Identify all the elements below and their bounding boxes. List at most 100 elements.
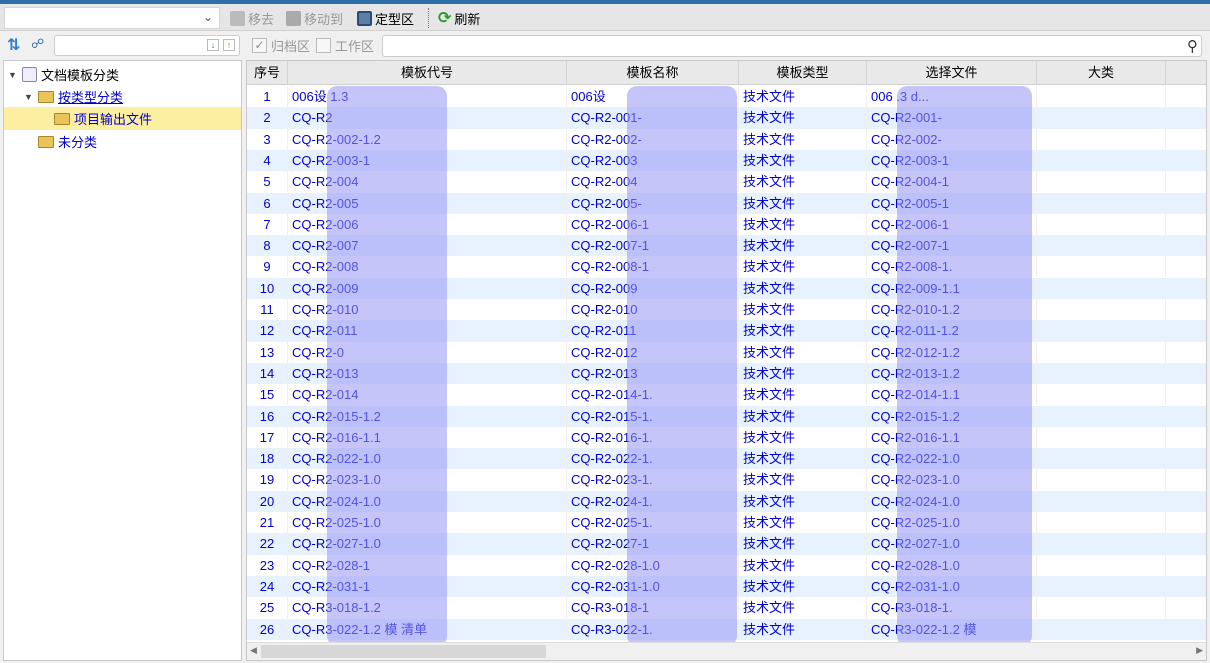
table-row[interactable]: 7 CQ-R2-006 CQ-R2-006-1 技术文件 CQ-R2-006-1 xyxy=(247,213,1206,235)
col-template-code-cell: CQ-R2-011 xyxy=(288,320,567,342)
refresh-button[interactable]: ⟳ 刷新 xyxy=(438,8,480,28)
table-row[interactable]: 3 CQ-R2-002-1.2 CQ-R2-002- 技术文件 CQ-R2-002- xyxy=(247,128,1206,150)
col-index-cell: 6 xyxy=(247,192,288,214)
search-input[interactable]: ⚲ xyxy=(382,35,1202,57)
col-selected-file-cell: CQ-R2-027-1.0 xyxy=(867,533,1037,555)
tree-node-root[interactable]: ▼ 文档模板分类 xyxy=(4,63,241,86)
table-row[interactable]: 18 CQ-R2-022-1.0 CQ-R2-022-1. 技术文件 CQ-R2-022… xyxy=(247,448,1206,470)
header-col-extra[interactable] xyxy=(1166,61,1206,85)
col-template-name-cell: CQ-R2-009 xyxy=(567,277,739,299)
table-row[interactable]: 15 CQ-R2-014 CQ-R2-014-1. 技术文件 CQ-R2-014-1.1 xyxy=(247,384,1206,406)
table-row[interactable]: 1 006设 1.3 006设 技术文件 006 .3 d... xyxy=(247,86,1206,107)
table-row[interactable]: 25 CQ-R3-018-1.2 CQ-R3-018-1 技术文件 CQ-R3-018-… xyxy=(247,597,1206,619)
col-index-cell: 11 xyxy=(247,299,288,320)
folder-icon xyxy=(38,135,54,148)
col-index-cell: 18 xyxy=(247,448,288,470)
table-row[interactable]: 17 CQ-R2-016-1.1 CQ-R2-016-1. 技术文件 CQ-R2-016… xyxy=(247,426,1206,448)
table-row[interactable]: 12 CQ-R2-011 CQ-R2-011 技术文件 CQ-R2-011-1.2 xyxy=(247,320,1206,342)
col-template-type-cell: 技术文件 xyxy=(739,107,867,129)
col-category-cell xyxy=(1037,213,1166,235)
table-row[interactable]: 13 CQ-R2-0 CQ-R2-012 技术文件 CQ-R2-012-1.2 xyxy=(247,341,1206,363)
col-template-code-cell: CQ-R2-015-1.2 xyxy=(288,405,567,427)
work-area-checkbox[interactable]: 工作区 xyxy=(316,37,374,54)
horizontal-scrollbar[interactable]: ◀ ▶ xyxy=(247,642,1206,660)
col-template-type-cell: 技术文件 xyxy=(739,575,867,597)
toolbar-separator xyxy=(428,8,429,28)
col-category-cell xyxy=(1037,448,1166,470)
col-extra-cell xyxy=(1166,278,1206,299)
table-row[interactable]: 9 CQ-R2-008 CQ-R2-008-1 技术文件 CQ-R2-008-1. xyxy=(247,256,1206,278)
col-extra-cell xyxy=(1166,427,1206,448)
table-row[interactable]: 10 CQ-R2-009 CQ-R2-009 技术文件 CQ-R2-009-1.1 xyxy=(247,277,1206,299)
col-template-code-cell: CQ-R3-022-1.2 模 清单 xyxy=(288,618,567,640)
col-selected-file-cell: CQ-R2-003-1 xyxy=(867,149,1037,171)
expand-triangle-icon[interactable]: ▼ xyxy=(24,92,34,102)
tree-node-project-output[interactable]: 项目输出文件 xyxy=(4,107,241,130)
tree-node-by-type[interactable]: ▼ 按类型分类 xyxy=(4,85,241,108)
checkbox-checked-icon: ✓ xyxy=(252,37,267,53)
col-template-code-cell: 006设 1.3 xyxy=(288,86,567,107)
table-header: 序号 模板代号 模板名称 模板类型 选择文件 大类 xyxy=(247,61,1206,85)
category-combo[interactable]: ⌄ xyxy=(4,7,220,29)
col-extra-cell xyxy=(1166,597,1206,618)
table-row[interactable]: 5 CQ-R2-004 CQ-R2-004 技术文件 CQ-R2-004-1 xyxy=(247,171,1206,193)
col-template-code-cell: CQ-R2-022-1.0 xyxy=(288,448,567,470)
folder-icon xyxy=(54,112,70,125)
scroll-right-icon[interactable]: ▶ xyxy=(1196,645,1203,656)
archive-checkbox[interactable]: ✓ 归档区 xyxy=(252,37,310,54)
col-index-cell: 2 xyxy=(247,107,288,129)
col-template-code-cell: CQ-R2-002-1.2 xyxy=(288,128,567,150)
header-col-template-code[interactable]: 模板代号 xyxy=(288,61,567,85)
table-row[interactable]: 8 CQ-R2-007 CQ-R2-007-1 技术文件 CQ-R2-007-1 xyxy=(247,235,1206,257)
table-row[interactable]: 21 CQ-R2-025-1.0 CQ-R2-025-1. 技术文件 CQ-R2-025… xyxy=(247,512,1206,533)
secondary-toolbar: ⇅ ☍ ↓ ↑ ✓ 归档区 工作区 ⚲ xyxy=(0,32,1210,58)
col-category-cell xyxy=(1037,469,1166,491)
table-row[interactable]: 26 CQ-R3-022-1.2 模 清单 CQ-R3-022-1. 技术文件 CQ-R… xyxy=(247,618,1206,640)
table-row[interactable]: 16 CQ-R2-015-1.2 CQ-R2-015-1. 技术文件 CQ-R2-015… xyxy=(247,405,1206,427)
col-template-type-cell: 技术文件 xyxy=(739,384,867,406)
table-row[interactable]: 14 CQ-R2-013 CQ-R2-013 技术文件 CQ-R2-013-1.2 xyxy=(247,362,1206,385)
sync-icon[interactable]: ⇅ xyxy=(7,35,20,55)
col-category-cell xyxy=(1037,384,1166,406)
tree-node-uncategorized[interactable]: 未分类 xyxy=(4,130,241,153)
tree-filter-input[interactable]: ↓ ↑ xyxy=(54,35,240,56)
scroll-left-icon[interactable]: ◀ xyxy=(250,645,257,656)
arrow-up-icon[interactable]: ↑ xyxy=(223,39,235,51)
col-template-code-cell: CQ-R2-028-1 xyxy=(288,554,567,576)
remove-button[interactable]: 移去 xyxy=(230,8,274,28)
col-category-cell xyxy=(1037,86,1166,107)
col-selected-file-cell: CQ-R2-009-1.1 xyxy=(867,277,1037,299)
header-col-category[interactable]: 大类 xyxy=(1037,61,1166,85)
double-chevron-down-icon[interactable]: ⌄ xyxy=(203,10,213,24)
table-row[interactable]: 22 CQ-R2-027-1.0 CQ-R2-027-1 技术文件 CQ-R2-027-… xyxy=(247,533,1206,555)
move-to-button[interactable]: 移动到 xyxy=(286,8,343,28)
col-selected-file-cell: CQ-R2-024-1.0 xyxy=(867,490,1037,512)
arrow-down-icon[interactable]: ↓ xyxy=(207,39,219,51)
col-template-type-cell: 技术文件 xyxy=(739,490,867,512)
search-icon[interactable]: ⚲ xyxy=(1187,37,1198,55)
header-col-template-type[interactable]: 模板类型 xyxy=(739,61,867,85)
tree-structure-icon[interactable]: ☍ xyxy=(31,36,44,52)
col-category-cell xyxy=(1037,341,1166,363)
table-row[interactable]: 20 CQ-R2-024-1.0 CQ-R2-024-1. 技术文件 CQ-R2-024… xyxy=(247,490,1206,512)
header-col-template-name[interactable]: 模板名称 xyxy=(567,61,739,85)
col-extra-cell xyxy=(1166,406,1206,427)
scrollbar-thumb[interactable] xyxy=(261,645,546,658)
table-row[interactable]: 6 CQ-R2-005 CQ-R2-005- 技术文件 CQ-R2-005-1 xyxy=(247,192,1206,214)
col-selected-file-cell: CQ-R2-006-1 xyxy=(867,213,1037,235)
header-col-selected-file[interactable]: 选择文件 xyxy=(867,61,1037,85)
fixed-area-button[interactable]: 定型区 xyxy=(357,8,414,28)
col-template-type-cell: 技术文件 xyxy=(739,171,867,193)
table-row[interactable]: 19 CQ-R2-023-1.0 CQ-R2-023-1. 技术文件 CQ-R2-023… xyxy=(247,469,1206,491)
expand-triangle-icon[interactable]: ▼ xyxy=(8,70,18,80)
table-row[interactable]: 2 CQ-R2 CQ-R2-001- 技术文件 CQ-R2-001- xyxy=(247,107,1206,129)
table-row[interactable]: 11 CQ-R2-010 CQ-R2-010 技术文件 CQ-R2-010-1.2 xyxy=(247,299,1206,320)
table-row[interactable]: 23 CQ-R2-028-1 CQ-R2-028-1.0 技术文件 CQ-R2-028-… xyxy=(247,554,1206,576)
header-col-index[interactable]: 序号 xyxy=(247,61,288,85)
table-row[interactable]: 4 CQ-R2-003-1 CQ-R2-003 技术文件 CQ-R2-003-1 xyxy=(247,149,1206,172)
col-template-code-cell: CQ-R2-023-1.0 xyxy=(288,469,567,491)
col-template-code-cell: CQ-R2-008 xyxy=(288,256,567,278)
col-index-cell: 23 xyxy=(247,554,288,576)
table-row[interactable]: 24 CQ-R2-031-1 CQ-R2-031-1.0 技术文件 CQ-R2-031-… xyxy=(247,575,1206,598)
col-category-cell xyxy=(1037,149,1166,171)
